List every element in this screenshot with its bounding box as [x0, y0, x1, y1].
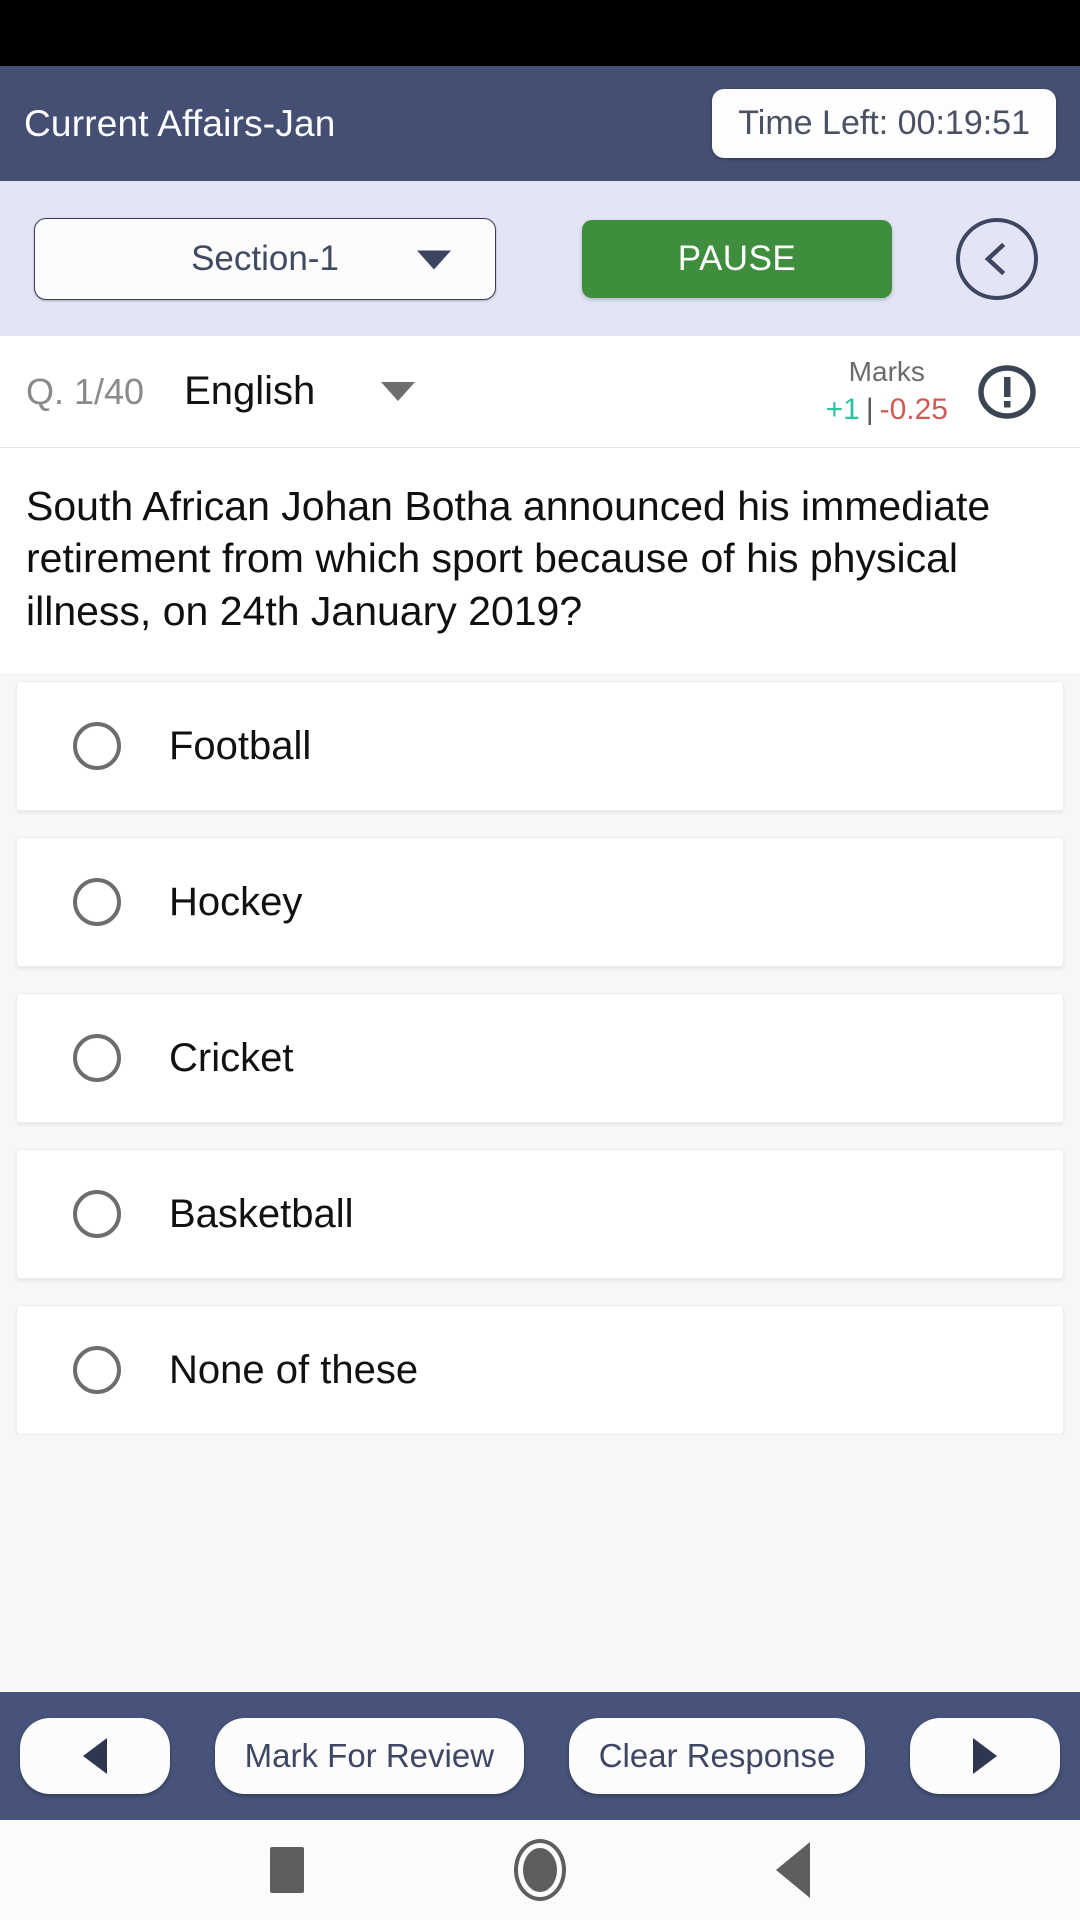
- language-dropdown[interactable]: English: [184, 369, 416, 414]
- body-spacer: [0, 1435, 1080, 1692]
- chevron-down-icon: [381, 382, 416, 401]
- options-list: Football Hockey Cricket Basketball None …: [0, 673, 1080, 1436]
- question-counter: Q. 1/40: [26, 370, 145, 412]
- radio-icon[interactable]: [73, 1190, 121, 1239]
- android-navigation-bar: [0, 1820, 1080, 1920]
- square-icon[interactable]: [270, 1847, 304, 1893]
- back-button[interactable]: [956, 217, 1038, 300]
- option-label: Cricket: [169, 1035, 294, 1080]
- pause-button[interactable]: PAUSE: [582, 219, 892, 298]
- option-item[interactable]: Cricket: [16, 993, 1064, 1124]
- marks-title: Marks: [848, 355, 925, 387]
- circle-icon[interactable]: [514, 1839, 566, 1901]
- quiz-screen: Current Affairs-Jan Time Left: 00:19:51 …: [0, 0, 1080, 1920]
- question-card: South African Johan Botha announced his …: [0, 448, 1080, 674]
- radio-icon[interactable]: [73, 878, 121, 927]
- question-meta-row: Q. 1/40 English Marks +1 | -0.25: [0, 336, 1080, 448]
- option-label: Football: [169, 723, 312, 768]
- mark-for-review-button[interactable]: Mark For Review: [214, 1718, 525, 1794]
- control-band: Section-1 PAUSE: [0, 181, 1080, 336]
- arrow-left-icon: [83, 1738, 107, 1774]
- option-label: None of these: [169, 1347, 419, 1392]
- option-item[interactable]: Basketball: [16, 1149, 1064, 1280]
- app-header: Current Affairs-Jan Time Left: 00:19:51: [0, 66, 1080, 181]
- exclamation-circle-icon[interactable]: [976, 361, 1038, 423]
- option-item[interactable]: Hockey: [16, 837, 1064, 968]
- question-body: South African Johan Botha announced his …: [0, 448, 1080, 1692]
- radio-icon[interactable]: [73, 1346, 121, 1395]
- chevron-left-icon: [984, 242, 1006, 275]
- radio-icon[interactable]: [73, 722, 121, 771]
- question-text: South African Johan Botha announced his …: [26, 483, 991, 634]
- option-item[interactable]: None of these: [16, 1305, 1064, 1436]
- marks-separator: |: [865, 393, 874, 427]
- marks-positive: +1: [825, 393, 860, 427]
- status-bar: [0, 0, 1080, 66]
- marks-values: +1 | -0.25: [826, 392, 948, 428]
- clear-response-button[interactable]: Clear Response: [568, 1718, 866, 1794]
- section-dropdown-label: Section-1: [191, 238, 339, 278]
- previous-question-button[interactable]: [20, 1718, 170, 1794]
- action-bar: Mark For Review Clear Response: [0, 1692, 1080, 1820]
- marks-block: Marks +1 | -0.25: [826, 355, 976, 429]
- language-label: English: [184, 369, 316, 413]
- option-label: Basketball: [169, 1191, 354, 1236]
- circle-inner: [523, 1848, 557, 1892]
- radio-icon[interactable]: [73, 1034, 121, 1083]
- option-label: Hockey: [169, 879, 303, 924]
- chevron-down-icon: [417, 249, 451, 269]
- page-title: Current Affairs-Jan: [24, 102, 336, 144]
- next-question-button[interactable]: [909, 1718, 1060, 1794]
- option-item[interactable]: Football: [16, 681, 1064, 812]
- triangle-back-icon[interactable]: [776, 1842, 810, 1898]
- marks-negative: -0.25: [879, 393, 948, 427]
- time-left-badge: Time Left: 00:19:51: [712, 89, 1056, 158]
- arrow-right-icon: [972, 1738, 997, 1774]
- section-dropdown[interactable]: Section-1: [34, 217, 496, 300]
